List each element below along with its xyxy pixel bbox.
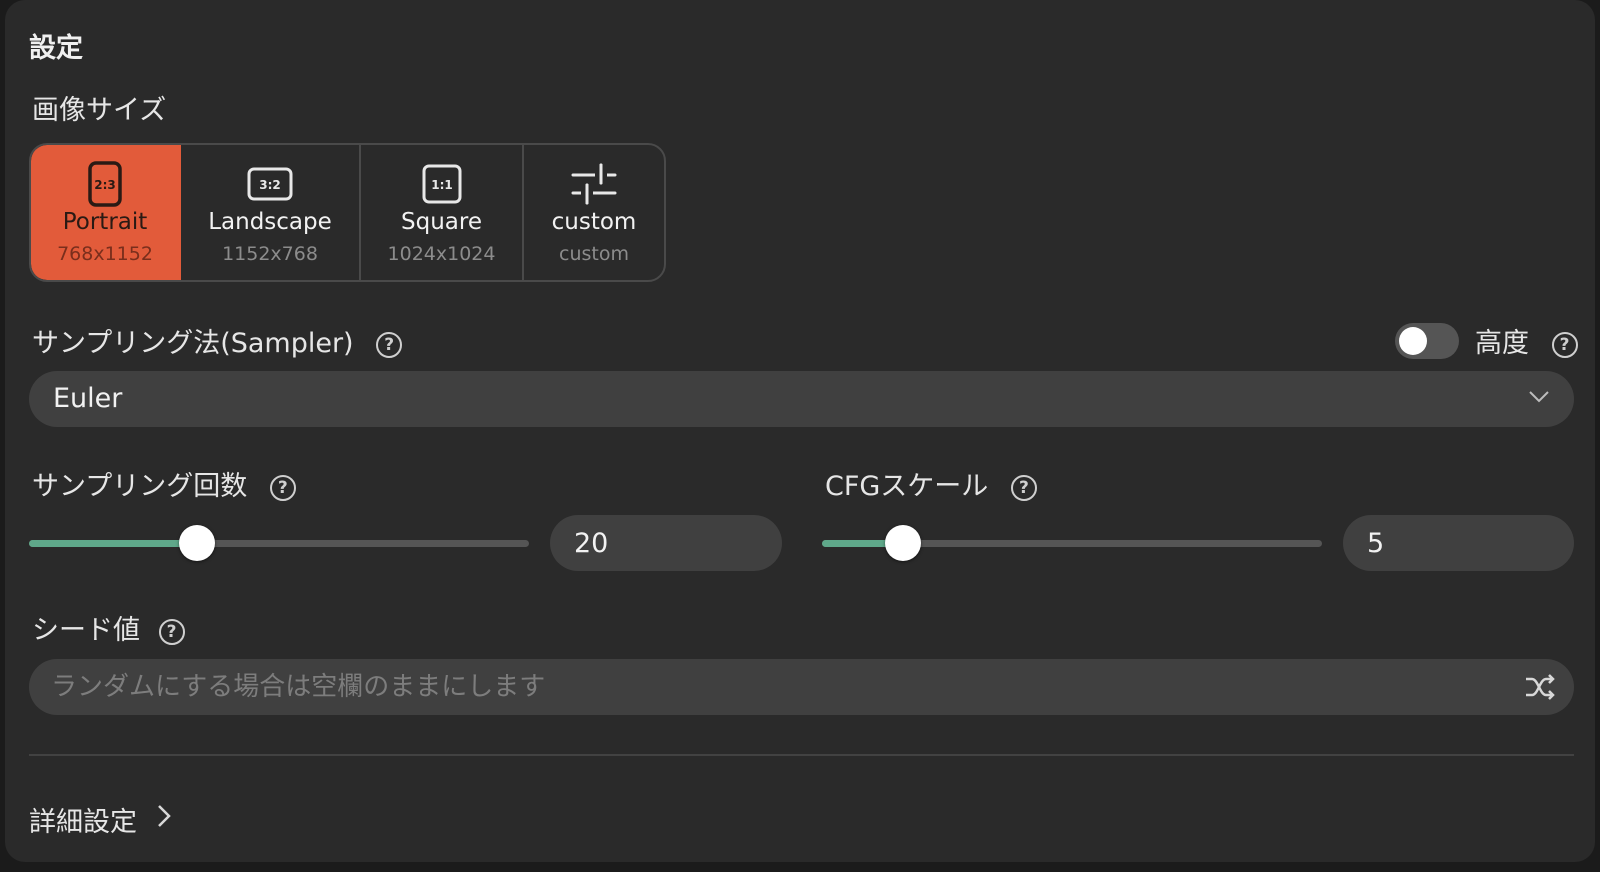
- steps-label-text: サンプリング回数: [32, 471, 248, 502]
- size-option-dims: 1024x1024: [387, 243, 496, 265]
- help-icon[interactable]: ?: [269, 474, 296, 501]
- advanced-label: 高度 ?: [1475, 321, 1578, 360]
- toggle-knob: [1399, 327, 1427, 355]
- chevron-down-icon: [1528, 389, 1550, 408]
- portrait-2-3-icon: 2:3: [88, 161, 122, 207]
- seed-input[interactable]: [29, 659, 1489, 715]
- divider: [29, 754, 1574, 756]
- details-toggle[interactable]: 詳細設定: [29, 800, 171, 839]
- landscape-3-2-icon: 3:2: [247, 161, 293, 207]
- cfg-input-field[interactable]: [1343, 515, 1574, 571]
- landscape-icon-text: 3:2: [259, 178, 281, 192]
- square-icon-text: 1:1: [431, 178, 453, 192]
- shuffle-icon[interactable]: [1524, 673, 1556, 705]
- settings-panel: 設定 画像サイズ 2:3 Portrait 768x1152 3:2 Lands…: [5, 0, 1595, 862]
- size-option-name: Square: [401, 209, 482, 235]
- size-option-dims: 1152x768: [222, 243, 318, 265]
- advanced-label-text: 高度: [1475, 328, 1529, 359]
- cfg-label: CFGスケール ?: [825, 464, 1037, 503]
- steps-input[interactable]: [550, 515, 782, 571]
- help-icon[interactable]: ?: [1010, 474, 1037, 501]
- size-option-square[interactable]: 1:1 Square 1024x1024: [361, 145, 524, 280]
- sampler-select-value: Euler: [53, 383, 123, 414]
- seed-field[interactable]: [29, 659, 1574, 715]
- cfg-slider[interactable]: [822, 525, 1322, 561]
- steps-label: サンプリング回数 ?: [32, 464, 296, 503]
- square-1-1-icon: 1:1: [422, 161, 462, 207]
- image-size-label: 画像サイズ: [32, 95, 167, 126]
- details-label: 詳細設定: [29, 807, 137, 838]
- image-size-selector: 2:3 Portrait 768x1152 3:2 Landscape 1152…: [29, 143, 666, 282]
- sampler-label: サンプリング法(Sampler) ?: [32, 321, 403, 360]
- steps-slider[interactable]: [29, 525, 529, 561]
- seed-label: シード値 ?: [32, 608, 185, 647]
- size-option-name: Landscape: [208, 209, 332, 235]
- size-option-name: Portrait: [62, 209, 148, 235]
- steps-input-field[interactable]: [550, 515, 782, 571]
- slider-fill: [29, 540, 197, 547]
- cfg-input[interactable]: [1343, 515, 1574, 571]
- help-icon[interactable]: ?: [376, 331, 403, 358]
- slider-thumb[interactable]: [885, 525, 922, 561]
- sliders-icon: [571, 161, 617, 207]
- cfg-label-text: CFGスケール: [825, 471, 989, 502]
- chevron-right-icon: [157, 804, 171, 835]
- size-option-portrait[interactable]: 2:3 Portrait 768x1152: [31, 145, 181, 280]
- size-option-dims: custom: [559, 243, 629, 265]
- size-option-dims: 768x1152: [57, 243, 153, 265]
- size-option-custom[interactable]: custom custom: [524, 145, 664, 280]
- sampler-select[interactable]: Euler: [29, 371, 1574, 427]
- advanced-toggle[interactable]: [1395, 323, 1459, 359]
- size-option-landscape[interactable]: 3:2 Landscape 1152x768: [181, 145, 361, 280]
- size-option-name: custom: [551, 209, 637, 235]
- help-icon[interactable]: ?: [158, 618, 185, 645]
- help-icon[interactable]: ?: [1551, 331, 1578, 358]
- panel-title: 設定: [29, 33, 83, 64]
- portrait-icon-text: 2:3: [94, 178, 116, 192]
- sampler-label-text: サンプリング法(Sampler): [32, 328, 354, 359]
- slider-thumb[interactable]: [178, 525, 215, 561]
- seed-label-text: シード値: [32, 615, 140, 646]
